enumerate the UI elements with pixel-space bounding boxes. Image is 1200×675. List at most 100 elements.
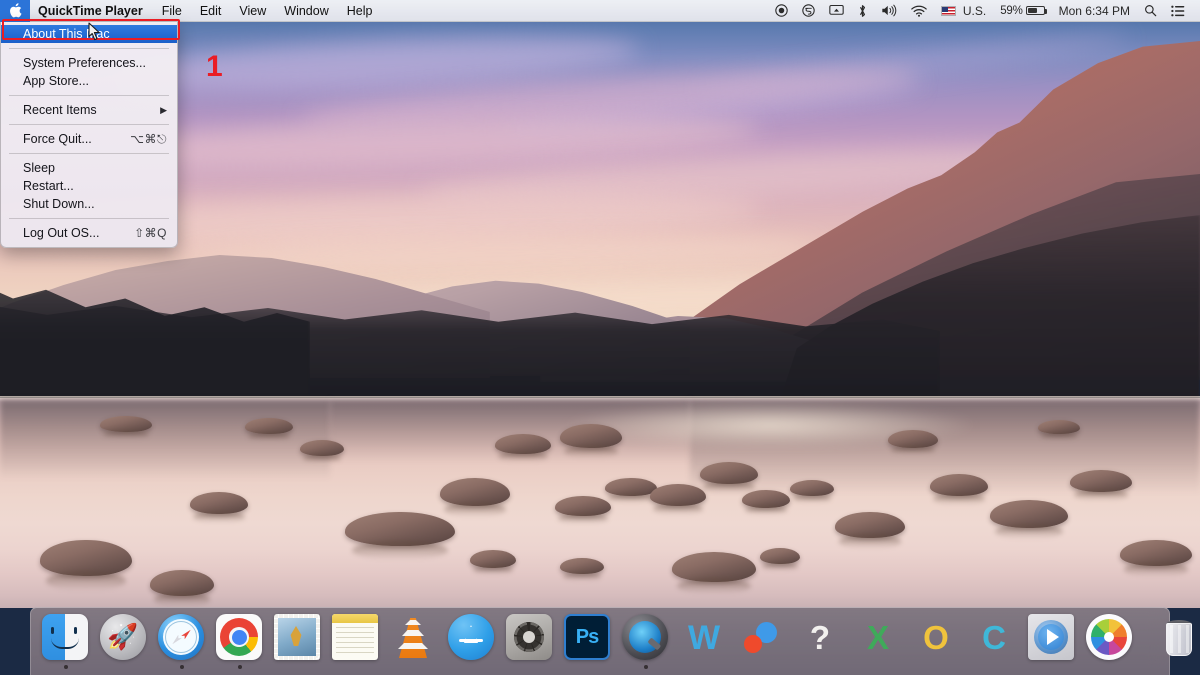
menu-bar-status-area: U.S. 59% Mon 6:34 PM <box>768 0 1200 22</box>
menu-item-system-preferences[interactable]: System Preferences... <box>1 54 177 72</box>
menu-bar[interactable]: QuickTime Player File Edit View Window H… <box>0 0 1200 22</box>
menu-item-sleep[interactable]: Sleep <box>1 159 177 177</box>
lake-rock <box>742 490 790 508</box>
menu-separator <box>9 95 169 96</box>
menu-separator <box>9 124 169 125</box>
dock-item-quicktime-player[interactable] <box>619 611 673 673</box>
lake-rock <box>888 430 938 448</box>
lake-rock <box>990 500 1068 528</box>
menu-item-shortcut: ⇧⌘Q <box>134 224 167 242</box>
menu-item-restart[interactable]: Restart... <box>1 177 177 195</box>
lake-rock <box>760 548 800 564</box>
dock-running-dot <box>470 665 474 669</box>
mouse-cursor-icon <box>88 22 101 41</box>
battery-status[interactable]: 59% <box>993 0 1051 22</box>
spotlight-search-icon[interactable] <box>1137 0 1164 22</box>
dock-running-dot <box>354 665 358 669</box>
menu-item-label: Sleep <box>23 159 167 177</box>
menu-item-label: Shut Down... <box>23 195 167 213</box>
dock-running-dot <box>1108 665 1112 669</box>
dock-item-trash[interactable] <box>1155 611 1200 673</box>
menu-window[interactable]: Window <box>275 0 337 22</box>
dock-running-dot <box>412 665 416 669</box>
lake-rock <box>555 496 611 516</box>
dock-item-help-viewer[interactable]: ? <box>793 611 847 673</box>
dock-running-dot <box>122 665 126 669</box>
wifi-icon[interactable] <box>904 0 934 22</box>
menu-item-label: System Preferences... <box>23 54 167 72</box>
menu-item-recent-items[interactable]: Recent Items ▶ <box>1 101 177 119</box>
bluetooth-icon[interactable] <box>851 0 874 22</box>
dock-item-google-chrome[interactable] <box>213 611 267 673</box>
dock[interactable]: 🚀 <box>30 607 1170 675</box>
menu-item-label: Restart... <box>23 177 167 195</box>
dock-item-finder[interactable] <box>39 611 93 673</box>
menu-item-shortcut: ⌥⌘⎋ <box>130 130 167 148</box>
us-flag-icon <box>941 6 956 16</box>
lake-rock <box>560 424 622 448</box>
dock-running-dot <box>586 665 590 669</box>
dock-running-dot <box>1177 665 1181 669</box>
lake-rock <box>345 512 455 546</box>
dock-running-dot <box>180 665 184 669</box>
lake-rock <box>1120 540 1192 566</box>
desktop-wallpaper[interactable] <box>0 0 1200 675</box>
lake-rock <box>672 552 756 582</box>
dock-item-microsoft-onenote[interactable]: C <box>967 611 1021 673</box>
lake-rock <box>700 462 758 484</box>
dock-running-dot <box>1050 665 1054 669</box>
menu-view[interactable]: View <box>230 0 275 22</box>
dock-running-dot <box>296 665 300 669</box>
apple-logo-icon[interactable] <box>0 0 30 22</box>
dock-item-microsoft-excel[interactable]: X <box>851 611 905 673</box>
dock-running-dot <box>702 665 706 669</box>
input-source-flag-icon[interactable] <box>934 0 960 22</box>
apple-menu-dropdown[interactable]: About This Mac System Preferences... App… <box>0 22 178 248</box>
menu-app-name[interactable]: QuickTime Player <box>30 0 153 22</box>
input-source-label[interactable]: U.S. <box>960 0 993 22</box>
dock-item-microsoft-word[interactable]: W <box>677 611 731 673</box>
dock-item-photoshop[interactable]: Ps <box>561 611 615 673</box>
menu-item-app-store[interactable]: App Store... <box>1 72 177 90</box>
airplay-display-icon[interactable] <box>822 0 851 22</box>
dock-item-media-player[interactable] <box>1025 611 1079 673</box>
dock-running-dot <box>934 665 938 669</box>
lake-rock <box>190 492 248 514</box>
dock-running-dot <box>760 665 764 669</box>
screen-recording-icon[interactable] <box>768 0 795 22</box>
dock-item-mail[interactable] <box>271 611 325 673</box>
lake-rock <box>150 570 214 596</box>
dock-item-system-preferences[interactable] <box>503 611 557 673</box>
menu-help[interactable]: Help <box>338 0 382 22</box>
lake-rock <box>100 416 152 432</box>
menu-bar-clock[interactable]: Mon 6:34 PM <box>1052 0 1137 22</box>
menu-file[interactable]: File <box>153 0 191 22</box>
lake-rock <box>1070 470 1132 492</box>
menu-item-force-quit[interactable]: Force Quit... ⌥⌘⎋ <box>1 130 177 148</box>
dock-item-microsoft-powerpoint[interactable] <box>735 611 789 673</box>
dock-item-microsoft-outlook[interactable]: O <box>909 611 963 673</box>
menu-group: Log Out OS... ⇧⌘Q <box>1 223 177 243</box>
battery-percent-label: 59% <box>1000 5 1022 17</box>
dock-item-app-store[interactable] <box>445 611 499 673</box>
dock-item-safari[interactable] <box>155 611 209 673</box>
menu-item-log-out[interactable]: Log Out OS... ⇧⌘Q <box>1 224 177 242</box>
dock-item-launchpad[interactable]: 🚀 <box>97 611 151 673</box>
lake-rock <box>650 484 706 506</box>
lake-rock <box>560 558 604 574</box>
menu-item-label: Log Out OS... <box>23 224 134 242</box>
menu-item-shut-down[interactable]: Shut Down... <box>1 195 177 213</box>
notification-center-icon[interactable] <box>1164 0 1192 22</box>
dock-item-photos[interactable] <box>1083 611 1137 673</box>
dock-item-vlc[interactable] <box>387 611 441 673</box>
dock-item-notes[interactable] <box>329 611 383 673</box>
dock-running-dot <box>644 665 648 669</box>
menu-edit[interactable]: Edit <box>191 0 231 22</box>
lake-rock <box>930 474 988 496</box>
volume-icon[interactable] <box>874 0 904 22</box>
dropbox-icon[interactable] <box>795 0 822 22</box>
menu-group: Sleep Restart... Shut Down... <box>1 158 177 214</box>
dock-running-dot <box>528 665 532 669</box>
dock-running-dot <box>238 665 242 669</box>
menu-item-label: Recent Items <box>23 101 160 119</box>
